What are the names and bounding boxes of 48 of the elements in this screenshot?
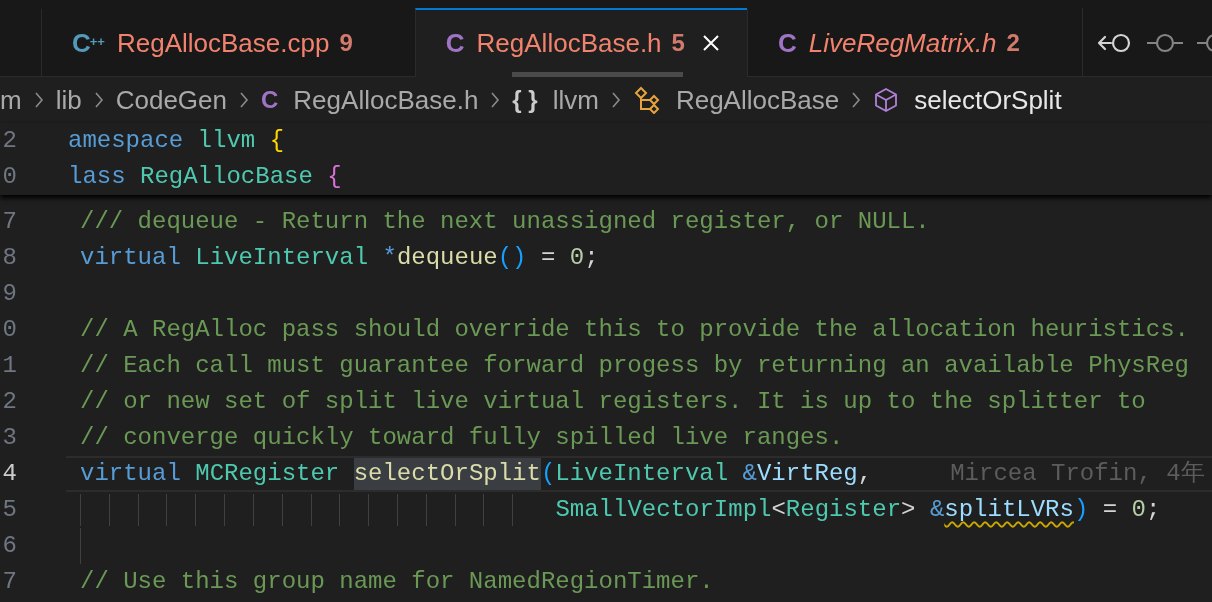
file-icon: C$^{++}$ bbox=[72, 30, 105, 56]
cube-icon bbox=[873, 87, 900, 113]
breadcrumb-item[interactable]: selectOrSplit bbox=[873, 84, 1062, 116]
line-number: 7 bbox=[1, 567, 17, 597]
code-line: // converge quickly toward fully spilled live ranges. bbox=[80, 423, 844, 453]
structure-icon bbox=[632, 86, 661, 114]
code-line: lass RegAllocBase { bbox=[68, 162, 342, 192]
line-number: 3 bbox=[1, 423, 17, 453]
code-line: // Use this group name for NamedRegionTimer. bbox=[80, 567, 714, 597]
scrollbar-thumb[interactable] bbox=[512, 72, 683, 77]
line-number: 7 bbox=[1, 207, 17, 237]
file-icon: C bbox=[261, 88, 279, 112]
line-number: 1 bbox=[1, 351, 17, 381]
breadcrumb-item[interactable]: RegAllocBase bbox=[632, 84, 840, 116]
chevron-icon bbox=[93, 91, 104, 109]
line-number: 4 bbox=[1, 459, 17, 489]
chevron-icon bbox=[33, 91, 44, 109]
braces-icon: { } bbox=[512, 88, 538, 112]
code-line: virtual LiveInterval *dequeue() = 0; bbox=[80, 243, 599, 273]
line-number: 0 bbox=[1, 162, 17, 192]
code-line: // Each call must guarantee forward progess by returning an available PhysReg bbox=[80, 351, 1189, 381]
code-line: /// dequeue - Return the next unassigned register, or NULL. bbox=[80, 207, 930, 237]
editor-tab[interactable]: C RegAllocBase.h 5 bbox=[414, 8, 747, 77]
code-line: // or new set of split live virtual registers. It is up to the splitter to bbox=[80, 387, 1146, 417]
code-line: // A RegAlloc pass should override this to provide the allocation heuristics. bbox=[80, 315, 1189, 345]
line-number: 9 bbox=[1, 279, 17, 309]
code-line: amespace llvm { bbox=[68, 126, 285, 156]
blame-annotation: Mircea Trofin, 4年 bbox=[950, 459, 1205, 489]
line-number: 6 bbox=[1, 531, 17, 561]
code-line: SmallVectorImpl<Register> &splitLVRs) = 0; bbox=[80, 494, 1161, 526]
file-icon: C bbox=[777, 30, 797, 56]
close-icon bbox=[701, 34, 720, 52]
chevron-icon bbox=[490, 91, 501, 109]
line-number: 2 bbox=[1, 126, 17, 156]
line-number: 2 bbox=[1, 387, 17, 417]
line-number: 8 bbox=[1, 243, 17, 273]
breadcrumb-item[interactable]: CodeGen bbox=[115, 84, 227, 116]
chevron-icon bbox=[239, 91, 249, 109]
chevron-icon bbox=[851, 91, 862, 109]
breadcrumb-item[interactable]: { } llvm bbox=[512, 84, 599, 116]
chevron-icon bbox=[610, 91, 621, 109]
line-number: 0 bbox=[1, 315, 17, 345]
breadcrumb-item[interactable]: C RegAllocBase.h bbox=[261, 84, 479, 116]
breadcrumb-item[interactable]: m bbox=[0, 84, 22, 116]
code-line: virtual MCRegister selectOrSplit(LiveInterval &VirtReg, bbox=[80, 458, 873, 490]
breadcrumb-item[interactable]: lib bbox=[55, 84, 82, 116]
file-icon: C bbox=[445, 30, 465, 56]
line-number: 5 bbox=[1, 495, 17, 525]
